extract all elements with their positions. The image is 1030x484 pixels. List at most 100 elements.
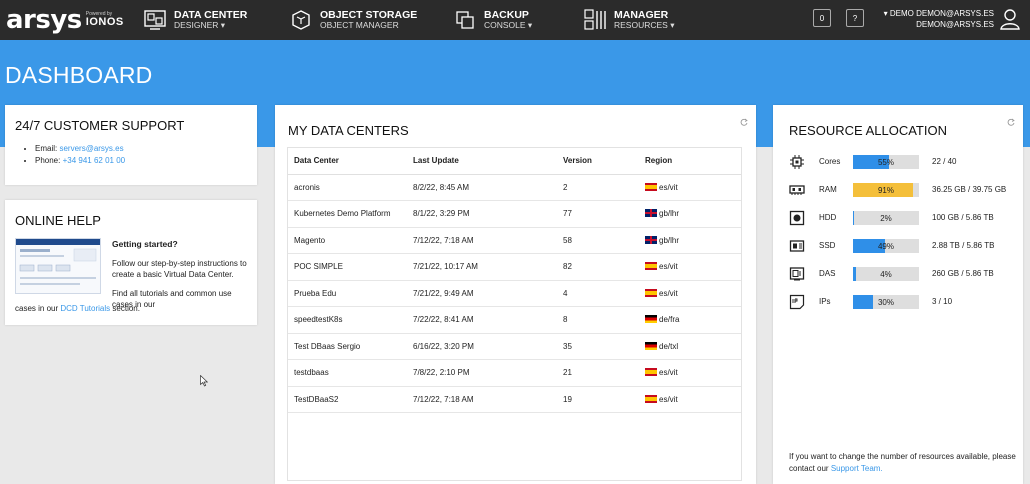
version: 77 [557,200,639,228]
version: 2 [557,174,639,201]
email-label: Email: [35,144,58,153]
das-icon [789,266,805,282]
column-header-last-update[interactable]: Last Update [407,148,557,175]
region: es/vit [639,359,741,387]
table-row[interactable]: acronis 8/2/22, 8:45 AM 2 es/vit [288,174,741,201]
data-center-name[interactable]: Prueba Edu [288,280,407,307]
column-header-region[interactable]: Region [639,148,741,175]
last-update: 8/1/22, 3:29 PM [407,200,557,228]
resource-note-text: If you want to change the number of reso… [789,452,1016,474]
tutorial-thumbnail[interactable] [15,238,101,294]
nav-object-storage-text: OBJECT STORAGE OBJECT MANAGER [320,10,417,30]
version: 35 [557,333,639,360]
region: gb/lhr [639,200,741,228]
region: es/vit [639,280,741,307]
support-list: Email: servers@arsys.es Phone: +34 941 6… [35,143,125,167]
region-code: es/vit [659,288,678,298]
dcd-tutorials-link[interactable]: DCD Tutorials [60,304,110,313]
nav-data-center-designer[interactable]: DATA CENTER DESIGNER ▾ [144,6,247,34]
nav-backup-console[interactable]: BACKUP CONSOLE ▾ [454,6,532,34]
resource-label: HDD [819,213,837,222]
refresh-icon[interactable] [1007,113,1015,126]
table-row[interactable]: POC SIMPLE 7/21/22, 10:17 AM 82 es/vit [288,253,741,281]
version: 4 [557,280,639,307]
data-centers-table: Data Center Last Update Version Region a… [288,148,741,413]
data-center-name[interactable]: TestDBaaS2 [288,386,407,413]
resource-usage-value: 100 GB / 5.86 TB [932,213,994,222]
de-flag-icon [645,315,657,324]
table-row[interactable]: Magento 7/12/22, 7:18 AM 58 gb/lhr [288,227,741,254]
table-row[interactable]: testdbaas 7/8/22, 2:10 PM 21 es/vit [288,359,741,387]
region-code: es/vit [659,394,678,404]
region: es/vit [639,174,741,201]
table-row[interactable]: TestDBaaS2 7/12/22, 7:18 AM 19 es/vit [288,386,741,413]
version: 82 [557,253,639,281]
region-code: gb/lhr [659,209,680,219]
data-center-name[interactable]: speedtestK8s [288,306,407,334]
resource-usage-percent: 55% [877,158,894,167]
help-button[interactable]: ? [846,9,864,27]
resource-usage-percent: 49% [877,242,894,251]
resource-row-ram: RAM 91% 36.25 GB / 39.75 GB [789,181,1019,199]
brand-sub: Powered by IONOS [86,12,124,28]
hdd-icon [789,210,805,226]
table-row[interactable]: Test DBaas Sergio 6/16/22, 3:20 PM 35 de/tx… [288,333,741,360]
resource-usage-percent: 30% [877,298,894,307]
data-centers-table-body: acronis 8/2/22, 8:45 AM 2 es/vit Kubernetes … [288,174,741,413]
data-center-designer-icon [144,9,166,31]
support-team-link[interactable]: Support Team. [831,464,883,473]
support-email-link[interactable]: servers@arsys.es [59,144,123,153]
notifications-button[interactable]: 0 [813,9,831,27]
resource-usage-percent: 4% [880,270,892,279]
table-row[interactable]: Prueba Edu 7/21/22, 9:49 AM 4 es/vit [288,280,741,307]
resource-row-ips: IPs 30% 3 / 10 [789,293,1019,311]
nav-backup-text: BACKUP CONSOLE ▾ [484,10,532,30]
refresh-icon[interactable] [740,113,748,126]
support-phone-link[interactable]: +34 941 62 01 00 [63,156,126,165]
arsys-logo[interactable]: arsys Powered by IONOS [6,5,124,35]
column-header-version[interactable]: Version [557,148,639,175]
data-center-name[interactable]: POC SIMPLE [288,253,407,281]
resource-label: Cores [819,157,841,166]
data-center-name[interactable]: Magento [288,227,407,254]
support-email-item: Email: servers@arsys.es [35,143,125,155]
nav-manager-resources[interactable]: MANAGER RESOURCES ▾ [584,6,674,34]
resource-usage-bar: 49% [853,239,919,253]
top-navigation-bar: arsys Powered by IONOS DATA CENTER DESIG… [0,0,1030,40]
help-text: Getting started? Follow our step-by-step… [112,238,254,311]
user-avatar-icon[interactable] [1000,8,1020,30]
user-menu[interactable]: ▾ DEMO DEMON@ARSYS.ES DEMON@ARSYS.ES [884,8,994,30]
data-center-name[interactable]: acronis [288,174,407,201]
de-flag-icon [645,341,657,350]
region-code: de/txl [659,341,679,351]
region-code: es/vit [659,368,678,378]
last-update: 7/21/22, 10:17 AM [407,253,557,281]
region-code: es/vit [659,182,678,192]
resource-usage-bar: 30% [853,295,919,309]
mouse-cursor-icon [200,375,208,387]
help-paragraph-2-line: cases in our DCD Tutorials section. [15,304,140,313]
data-center-name[interactable]: testdbaas [288,359,407,387]
data-center-name[interactable]: Kubernetes Demo Platform [288,200,407,228]
gb-flag-icon [645,235,657,244]
column-header-data-center[interactable]: Data Center [288,148,407,175]
table-row[interactable]: Kubernetes Demo Platform 8/1/22, 3:29 PM 7… [288,200,741,228]
support-title: 24/7 CUSTOMER SUPPORT [15,118,185,133]
es-flag-icon [645,394,657,403]
version: 21 [557,359,639,387]
data-center-name[interactable]: Test DBaas Sergio [288,333,407,360]
table-row[interactable]: speedtestK8s 7/22/22, 8:41 AM 8 de/fra [288,306,741,334]
region-code: gb/lhr [659,235,680,245]
ip-icon [789,294,805,310]
phone-label: Phone: [35,156,61,165]
data-centers-table-container: Data Center Last Update Version Region a… [287,147,742,481]
resource-usage-bar: 55% [853,155,919,169]
last-update: 8/2/22, 8:45 AM [407,174,557,201]
resource-label: SSD [819,241,836,250]
version: 19 [557,386,639,413]
nav-subtitle: RESOURCES ▾ [614,20,675,31]
last-update: 7/12/22, 7:18 AM [407,227,557,254]
resource-label: IPs [819,297,831,306]
page-title: DASHBOARD [5,62,153,88]
nav-object-storage[interactable]: OBJECT STORAGE OBJECT MANAGER [290,6,417,34]
